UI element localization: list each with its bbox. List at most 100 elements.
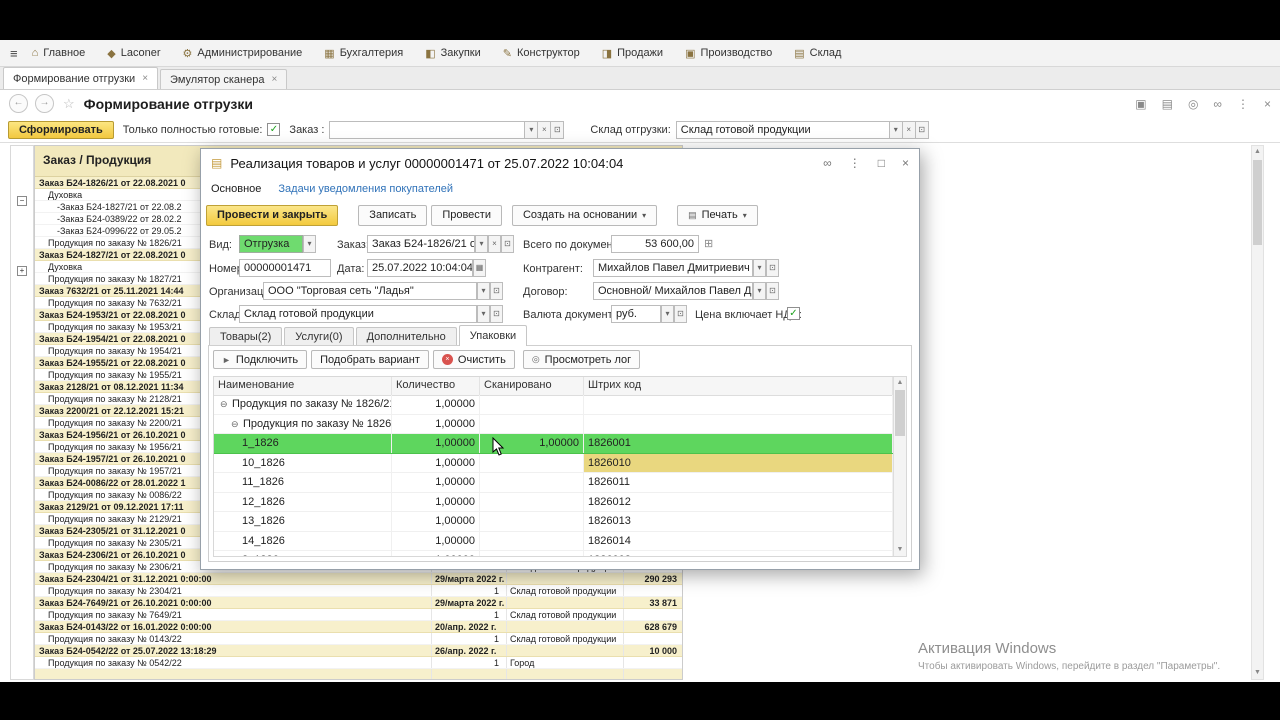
packages-scrollbar[interactable]: ▲ ▼ <box>893 377 906 556</box>
pack-row[interactable]: ⊖ Продукция по заказу № 1826/21 1,00000 <box>214 395 893 415</box>
menu-item-warehouse[interactable]: ▤ Склад <box>794 47 841 60</box>
clear-button[interactable]: × Очистить <box>432 350 515 369</box>
chevron-down-icon[interactable]: ▾ <box>753 259 766 277</box>
choose-icon[interactable]: ⊡ <box>551 120 565 139</box>
orders-row[interactable] <box>35 669 682 679</box>
generate-button[interactable]: Сформировать <box>8 120 114 139</box>
menu-item-production[interactable]: ▣ Производство <box>685 47 772 60</box>
choose-icon[interactable]: ⊡ <box>490 305 503 323</box>
connect-button[interactable]: ► Подключить <box>213 350 308 369</box>
date-field[interactable]: 25.07.2022 10:04:04 <box>367 259 473 277</box>
close-icon[interactable]: × <box>1264 97 1271 111</box>
orders-row[interactable]: Заказ Б24-0542/22 от 25.07.2022 13:18:29… <box>35 645 682 657</box>
counterparty-field[interactable]: Михайлов Павел Дмитриевич <box>593 259 753 277</box>
currency-field[interactable]: руб. <box>611 305 661 323</box>
scroll-down-icon[interactable]: ▼ <box>1252 667 1263 679</box>
scroll-up-icon[interactable]: ▲ <box>1252 146 1263 158</box>
chevron-down-icon[interactable]: ▾ <box>475 235 488 253</box>
create-based-on-button[interactable]: Создать на основании ▾ <box>511 204 658 226</box>
column-quantity[interactable]: Количество <box>392 377 480 395</box>
menu-item-sales[interactable]: ◨ Продажи <box>602 47 663 60</box>
choose-icon[interactable]: ⊡ <box>915 120 929 139</box>
view-log-button[interactable]: ◎ Просмотреть лог <box>522 350 641 369</box>
close-icon[interactable]: × <box>271 74 277 85</box>
choose-icon[interactable]: ⊡ <box>490 282 503 300</box>
chevron-down-icon[interactable]: ▾ <box>661 305 674 323</box>
tab-additional[interactable]: Дополнительно <box>355 327 457 346</box>
pack-row[interactable]: 13_1826 1,00000 1826013 <box>214 512 893 532</box>
pack-row[interactable]: ⊖ Продукция по заказу № 1826... 1,00000 <box>214 414 893 434</box>
orders-row[interactable]: Продукция по заказу № 0143/22 1 Склад гото… <box>35 633 682 645</box>
orders-scrollbar[interactable]: ▲ ▼ <box>1251 145 1264 680</box>
chevron-down-icon[interactable]: ▾ <box>753 282 766 300</box>
warehouse-field[interactable]: Склад готовой продукции <box>239 305 477 323</box>
pack-row[interactable]: 2_1826 1,00000 1826002 <box>214 551 893 556</box>
menu-item-administration[interactable]: ⚙ Администрирование <box>183 47 303 60</box>
column-scanned[interactable]: Сканировано <box>480 377 584 395</box>
choose-icon[interactable]: ⊡ <box>766 282 779 300</box>
post-button[interactable]: Провести <box>431 204 502 226</box>
warehouse-filter-input[interactable]: Склад готовой продукции <box>675 120 890 139</box>
pack-row[interactable]: 14_1826 1,00000 1826014 <box>214 531 893 551</box>
orders-row[interactable]: Продукция по заказу № 7649/21 1 Склад гото… <box>35 609 682 621</box>
write-button[interactable]: Записать <box>358 204 428 226</box>
menu-item-main[interactable]: ⌂ Главное <box>32 47 86 59</box>
order-filter-input[interactable] <box>329 120 526 139</box>
forward-button[interactable]: → <box>35 94 54 113</box>
pack-row[interactable]: 10_1826 1,00000 1826010 <box>214 453 893 473</box>
link-icon[interactable]: ∞ <box>1213 97 1222 111</box>
orders-row[interactable]: Заказ Б24-7649/21 от 26.10.2021 0:00:00 2… <box>35 597 682 609</box>
tab[interactable]: Эмулятор сканера × <box>160 69 288 89</box>
nav-tasks-link[interactable]: Задачи уведомления покупателей <box>278 183 453 195</box>
only-ready-checkbox[interactable]: ✓ <box>267 123 281 136</box>
tab-packages[interactable]: Упаковки <box>458 325 528 346</box>
scrollbar-thumb[interactable] <box>895 390 905 436</box>
back-button[interactable]: ← <box>9 94 28 113</box>
expand-icon[interactable]: + <box>17 266 27 276</box>
chevron-down-icon[interactable]: ▾ <box>525 120 539 139</box>
chevron-down-icon[interactable]: ▾ <box>303 235 316 253</box>
kind-select[interactable]: Отгрузка <box>239 235 303 253</box>
pick-variant-button[interactable]: Подобрать вариант <box>311 350 429 369</box>
more-icon[interactable]: ⋮ <box>1237 97 1249 111</box>
orders-row[interactable]: Продукция по заказу № 0542/22 1 Город <box>35 657 682 669</box>
orders-row[interactable]: Заказ Б24-0143/22 от 16.01.2022 0:00:00 2… <box>35 621 682 633</box>
choose-icon[interactable]: ⊡ <box>501 235 514 253</box>
clear-icon[interactable]: × <box>902 120 916 139</box>
collapse-icon[interactable]: − <box>17 196 27 206</box>
scroll-up-icon[interactable]: ▲ <box>894 377 906 389</box>
nav-main-link[interactable]: Основное <box>211 183 261 195</box>
total-field[interactable]: 53 600,00 <box>611 235 699 253</box>
tab[interactable]: Формирование отгрузки × <box>3 67 159 89</box>
vat-checkbox[interactable]: ✓ <box>787 307 800 320</box>
collapse-icon[interactable]: ⊖ <box>220 395 232 414</box>
chevron-down-icon[interactable]: ▾ <box>477 282 490 300</box>
hamburger-icon[interactable]: ≡ <box>10 46 18 61</box>
menu-item-purchases[interactable]: ◧ Закупки <box>425 47 481 60</box>
orders-row[interactable]: Заказ Б24-2304/21 от 31.12.2021 0:00:00 2… <box>35 573 682 585</box>
maximize-icon[interactable]: □ <box>878 156 885 170</box>
pack-row[interactable]: 12_1826 1,00000 1826012 <box>214 492 893 512</box>
scrollbar-thumb[interactable] <box>1253 160 1262 245</box>
column-barcode[interactable]: Штрих код <box>584 377 893 395</box>
scroll-down-icon[interactable]: ▼ <box>894 544 906 556</box>
close-icon[interactable]: × <box>902 156 909 170</box>
choose-icon[interactable]: ⊡ <box>674 305 687 323</box>
clear-icon[interactable]: × <box>488 235 501 253</box>
chevron-down-icon[interactable]: ▾ <box>889 120 903 139</box>
contract-field[interactable]: Основной/ Михайлов Павел Дмитриевич <box>593 282 753 300</box>
pack-row[interactable]: 11_1826 1,00000 1826011 <box>214 473 893 493</box>
pack-row[interactable]: 1_1826 1,00000 1,00000 1826001 <box>214 434 893 454</box>
print-button[interactable]: ▤ Печать ▾ <box>677 204 758 226</box>
post-and-close-button[interactable]: Провести и закрыть <box>206 204 339 226</box>
order-field[interactable]: Заказ Б24-1826/21 от 22.0 <box>367 235 475 253</box>
clear-icon[interactable]: × <box>538 120 552 139</box>
link-icon[interactable]: ∞ <box>823 156 832 170</box>
organization-field[interactable]: ООО "Торговая сеть "Ладья" <box>263 282 477 300</box>
save-icon[interactable]: ▣ <box>1135 97 1146 111</box>
menu-item-laconer[interactable]: ◆ Laconer <box>107 47 160 60</box>
collapse-icon[interactable]: ⊖ <box>231 415 243 434</box>
menu-item-accounting[interactable]: ▦ Бухгалтерия <box>324 47 403 60</box>
close-icon[interactable]: × <box>142 73 148 84</box>
column-name[interactable]: Наименование <box>214 377 392 395</box>
